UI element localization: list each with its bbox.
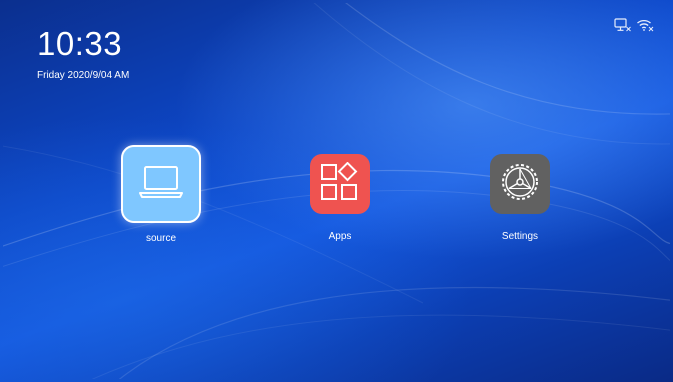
laptop-icon [137, 163, 185, 206]
settings-button[interactable] [490, 154, 550, 214]
clock-time: 10:33 [37, 25, 123, 62]
launcher-screen: 10:33 Friday 2020/9/04 AM source Apps Se… [3, 3, 670, 379]
source-button[interactable] [121, 145, 201, 223]
apps-tile[interactable]: Apps [308, 154, 372, 242]
clock-date: Friday 2020/9/04 AM [37, 70, 130, 81]
status-bar [614, 18, 654, 32]
settings-tile[interactable]: Settings [487, 154, 553, 242]
source-label: source [145, 233, 176, 244]
settings-label: Settings [501, 231, 539, 242]
gear-icon [499, 161, 541, 208]
apps-label: Apps [328, 231, 352, 242]
wifi-disconnected-icon [636, 18, 654, 32]
screen-disconnected-icon [614, 18, 632, 32]
apps-grid-icon [320, 161, 360, 207]
source-tile[interactable]: source [121, 145, 201, 244]
apps-button[interactable] [310, 154, 370, 214]
